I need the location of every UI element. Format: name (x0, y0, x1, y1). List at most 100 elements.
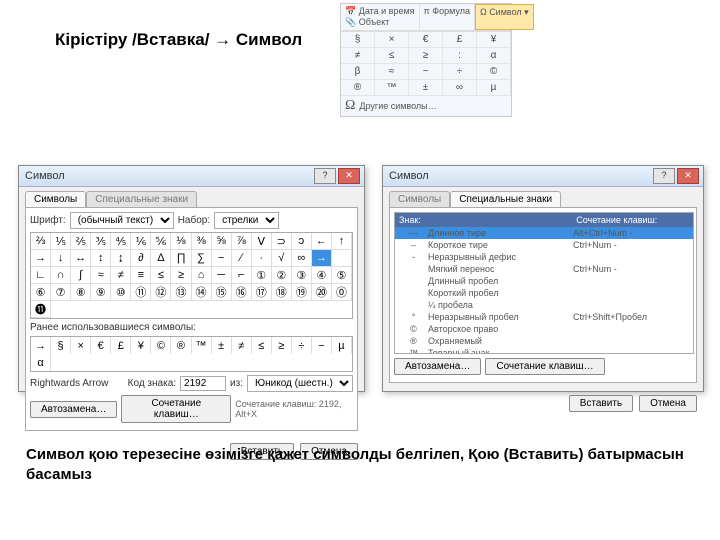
char-cell[interactable]: ⑲ (292, 284, 312, 301)
list-item[interactable]: Мягкий переносCtrl+Num - (395, 263, 693, 275)
symbol-quick-grid[interactable]: §×€£¥ ≠≤≥:α β≈~÷© ®™±∞µ (341, 31, 511, 96)
cancel-button[interactable]: Отмена (639, 395, 697, 412)
list-item[interactable]: ™Товарный знак (395, 347, 693, 354)
shortcut-button[interactable]: Сочетание клавиш… (485, 358, 604, 375)
char-cell[interactable]: ⌂ (192, 267, 212, 284)
other-symbols-link[interactable]: Ω Другие символы… (341, 96, 511, 116)
list-item[interactable]: ¼ пробела (395, 299, 693, 311)
recent-cell[interactable]: ™ (192, 337, 212, 354)
list-item[interactable]: °Неразрывный пробелCtrl+Shift+Пробел (395, 311, 693, 323)
recent-cell[interactable]: £ (111, 337, 131, 354)
recent-cell[interactable]: × (71, 337, 91, 354)
char-cell[interactable]: √ (272, 250, 292, 267)
char-cell[interactable]: ⑨ (91, 284, 111, 301)
ribbon-date[interactable]: 📅 Дата и время📎 Объект (341, 4, 420, 30)
char-cell[interactable]: ↓ (51, 250, 71, 267)
char-cell[interactable]: ⅗ (91, 233, 111, 250)
recent-cell[interactable]: ÷ (292, 337, 312, 354)
char-cell[interactable]: ④ (312, 267, 332, 284)
char-cell[interactable]: ⅙ (131, 233, 151, 250)
recent-cell[interactable]: ≠ (232, 337, 252, 354)
char-cell[interactable]: ③ (292, 267, 312, 284)
recent-cell[interactable]: ≥ (272, 337, 292, 354)
char-cell[interactable]: ⑧ (71, 284, 91, 301)
char-cell[interactable]: ≡ (131, 267, 151, 284)
char-cell[interactable]: ɔ (292, 233, 312, 250)
ribbon-formula[interactable]: π Формула (420, 4, 475, 30)
list-item[interactable]: —Длинное тиреAlt+Ctrl+Num - (395, 227, 693, 239)
char-cell[interactable] (332, 250, 352, 267)
char-cell[interactable]: ⓫ (31, 301, 51, 318)
list-item[interactable]: –Короткое тиреCtrl+Num - (395, 239, 693, 251)
recent-cell[interactable]: © (151, 337, 171, 354)
help-button[interactable]: ? (314, 168, 336, 184)
char-cell[interactable]: ⑦ (51, 284, 71, 301)
char-cell[interactable]: → (312, 250, 332, 267)
char-cell[interactable]: ⅜ (192, 233, 212, 250)
char-cell[interactable]: ⅔ (31, 233, 51, 250)
char-cell[interactable]: ⑮ (212, 284, 232, 301)
char-cell[interactable]: ⑪ (131, 284, 151, 301)
recent-cell[interactable]: ® (171, 337, 191, 354)
char-cell[interactable]: ≈ (91, 267, 111, 284)
char-cell[interactable]: ≥ (171, 267, 191, 284)
char-cell[interactable]: ⑳ (312, 284, 332, 301)
char-cell[interactable]: ↔ (71, 250, 91, 267)
list-item[interactable]: -Неразрывный дефис (395, 251, 693, 263)
shortcut-button[interactable]: Сочетание клавиш… (121, 395, 231, 423)
tab-symbols[interactable]: Символы (25, 191, 86, 207)
char-cell[interactable]: → (31, 250, 51, 267)
char-cell[interactable]: ∑ (192, 250, 212, 267)
char-cell[interactable]: ∂ (131, 250, 151, 267)
recent-cell[interactable]: ± (212, 337, 232, 354)
char-cell[interactable]: ⅚ (151, 233, 171, 250)
list-item[interactable]: Короткий пробел (395, 287, 693, 299)
char-cell[interactable]: ⑩ (111, 284, 131, 301)
char-cell[interactable]: ∩ (51, 267, 71, 284)
char-cell[interactable]: ⅝ (212, 233, 232, 250)
tab-symbols[interactable]: Символы (389, 191, 450, 207)
char-cell[interactable]: ≤ (151, 267, 171, 284)
recent-cell[interactable]: − (312, 337, 332, 354)
char-cell[interactable]: ① (252, 267, 272, 284)
list-item[interactable]: ®Охраняемый (395, 335, 693, 347)
char-cell[interactable]: ⑬ (171, 284, 191, 301)
autocorrect-button[interactable]: Автозамена… (30, 401, 117, 418)
encoding-select[interactable]: Юникод (шестн.) (247, 375, 353, 392)
char-cell[interactable]: ≠ (111, 267, 131, 284)
char-cell[interactable]: ∕ (232, 250, 252, 267)
help-button[interactable]: ? (653, 168, 675, 184)
char-cell[interactable]: ⅞ (232, 233, 252, 250)
char-cell[interactable]: ∙ (252, 250, 272, 267)
char-cell[interactable]: ← (312, 233, 332, 250)
autocorrect-button[interactable]: Автозамена… (394, 358, 481, 375)
recent-cell[interactable]: § (51, 337, 71, 354)
char-cell[interactable]: ∟ (31, 267, 51, 284)
char-cell[interactable]: ② (272, 267, 292, 284)
tab-special[interactable]: Специальные знаки (450, 191, 561, 207)
font-select[interactable]: (обычный текст) (70, 212, 174, 229)
char-cell[interactable]: ⑫ (151, 284, 171, 301)
character-grid[interactable]: ⅔⅕⅖⅗⅘⅙⅚⅛⅜⅝⅞Ⅴ⊃ɔ←↑→↓↔↕↨∂Δ∏∑−∕∙√∞→∟∩∫≈≠≡≤≥⌂… (30, 232, 353, 319)
char-cell[interactable]: ∏ (171, 250, 191, 267)
close-icon[interactable]: ✕ (677, 168, 699, 184)
char-cell[interactable]: ↨ (111, 250, 131, 267)
recent-cell[interactable]: → (31, 337, 51, 354)
recent-cell[interactable]: € (91, 337, 111, 354)
recent-cell[interactable]: α (31, 354, 51, 371)
char-cell[interactable]: ⅕ (51, 233, 71, 250)
set-select[interactable]: стрелки (214, 212, 279, 229)
char-cell[interactable]: ∫ (71, 267, 91, 284)
char-cell[interactable]: ⑰ (252, 284, 272, 301)
char-cell[interactable]: ⅛ (171, 233, 191, 250)
insert-button[interactable]: Вставить (569, 395, 633, 412)
list-item[interactable]: Длинный пробел (395, 275, 693, 287)
char-cell[interactable]: ⑭ (192, 284, 212, 301)
char-cell[interactable]: ∞ (292, 250, 312, 267)
char-cell[interactable]: Δ (151, 250, 171, 267)
special-chars-list[interactable]: Знак: Сочетание клавиш: —Длинное тиреAlt… (394, 212, 694, 354)
char-cell[interactable]: ⑥ (31, 284, 51, 301)
symbol-dropdown-button[interactable]: Ω Символ ▾ (475, 4, 534, 30)
recent-cell[interactable]: µ (332, 337, 352, 354)
list-item[interactable]: ©Авторское право (395, 323, 693, 335)
